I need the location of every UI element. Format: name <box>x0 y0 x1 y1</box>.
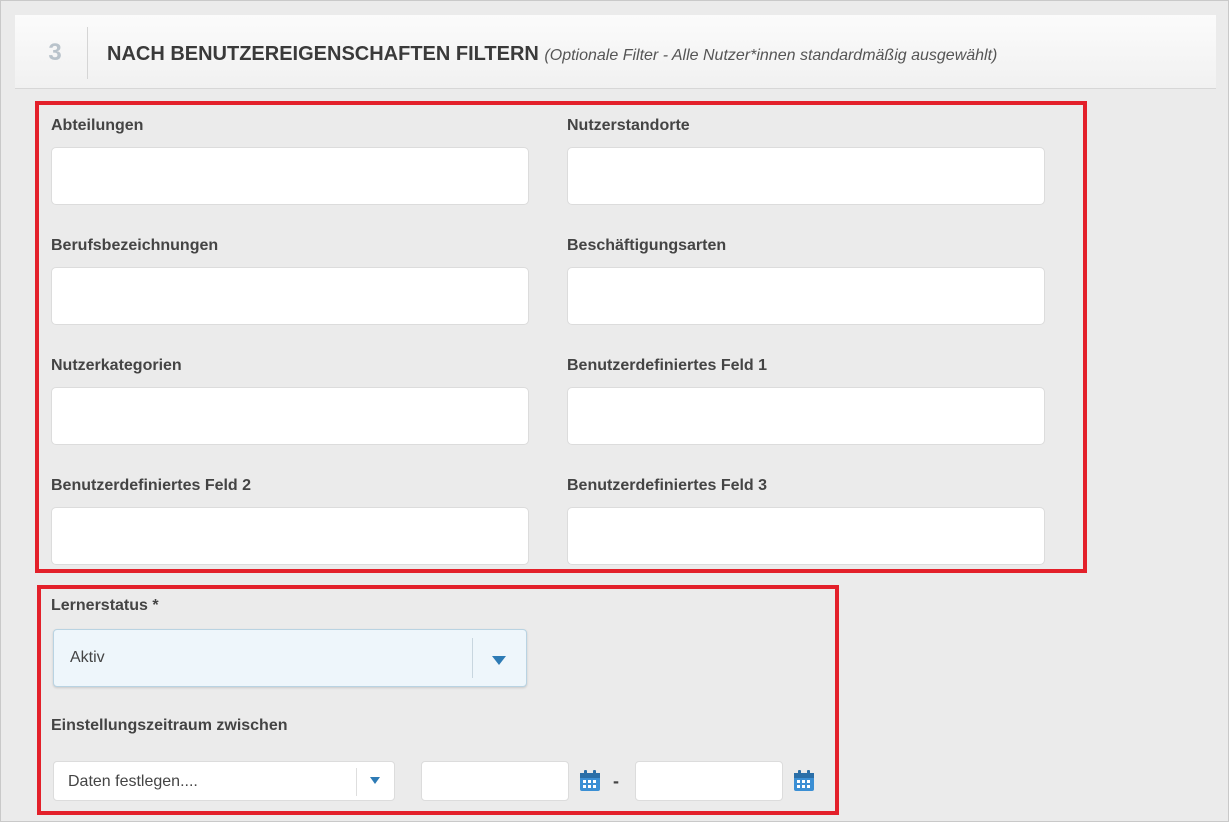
nutzerstandorte-label: Nutzerstandorte <box>567 117 690 134</box>
date-from-input[interactable] <box>421 761 569 801</box>
chevron-down-icon[interactable] <box>370 777 380 784</box>
step-number: 3 <box>48 39 62 66</box>
nutzerkategorien-field[interactable] <box>51 387 529 445</box>
select-divider <box>356 768 357 796</box>
date-range-separator: - <box>613 771 619 791</box>
filter-panel: 3 NACH BENUTZEREIGENSCHAFTEN FILTERN (Op… <box>0 0 1229 822</box>
custom-field-3-label: Benutzerdefiniertes Feld 3 <box>567 477 768 494</box>
custom-field-3[interactable] <box>567 507 1045 565</box>
select-divider <box>472 638 473 678</box>
berufsbezeichnungen-field[interactable] <box>51 267 529 325</box>
calendar-icon[interactable] <box>793 770 815 792</box>
nutzerstandorte-field[interactable] <box>567 147 1045 205</box>
abteilungen-field[interactable] <box>51 147 529 205</box>
chevron-down-icon[interactable] <box>492 656 506 665</box>
abteilungen-label: Abteilungen <box>51 117 144 134</box>
custom-field-2[interactable] <box>51 507 529 565</box>
einstellungszeitraum-label: Einstellungszeitraum zwischen <box>51 717 288 734</box>
custom-field-1[interactable] <box>567 387 1045 445</box>
date-preset-selected-value: Daten festlegen.... <box>68 773 198 790</box>
date-to-input[interactable] <box>635 761 783 801</box>
date-preset-select[interactable]: Daten festlegen.... <box>53 761 395 801</box>
lernerstatus-label: Lernerstatus * <box>51 597 159 614</box>
lernerstatus-selected-value: Aktiv <box>70 649 105 666</box>
custom-field-1-label: Benutzerdefiniertes Feld 1 <box>567 357 768 374</box>
header-divider <box>87 27 88 79</box>
section-header: 3 NACH BENUTZEREIGENSCHAFTEN FILTERN (Op… <box>15 15 1216 89</box>
custom-field-2-label: Benutzerdefiniertes Feld 2 <box>51 477 252 494</box>
calendar-icon[interactable] <box>579 770 601 792</box>
section-title: NACH BENUTZEREIGENSCHAFTEN FILTERN (Opti… <box>107 43 997 66</box>
berufsbezeichnungen-label: Berufsbezeichnungen <box>51 237 219 254</box>
section-title-text: NACH BENUTZEREIGENSCHAFTEN FILTERN <box>107 43 539 65</box>
lernerstatus-select[interactable]: Aktiv <box>53 629 527 687</box>
beschaeftigungsarten-label: Beschäftigungsarten <box>567 237 727 254</box>
nutzerkategorien-label: Nutzerkategorien <box>51 357 182 374</box>
section-subtitle: (Optionale Filter - Alle Nutzer*innen st… <box>544 47 998 64</box>
beschaeftigungsarten-field[interactable] <box>567 267 1045 325</box>
